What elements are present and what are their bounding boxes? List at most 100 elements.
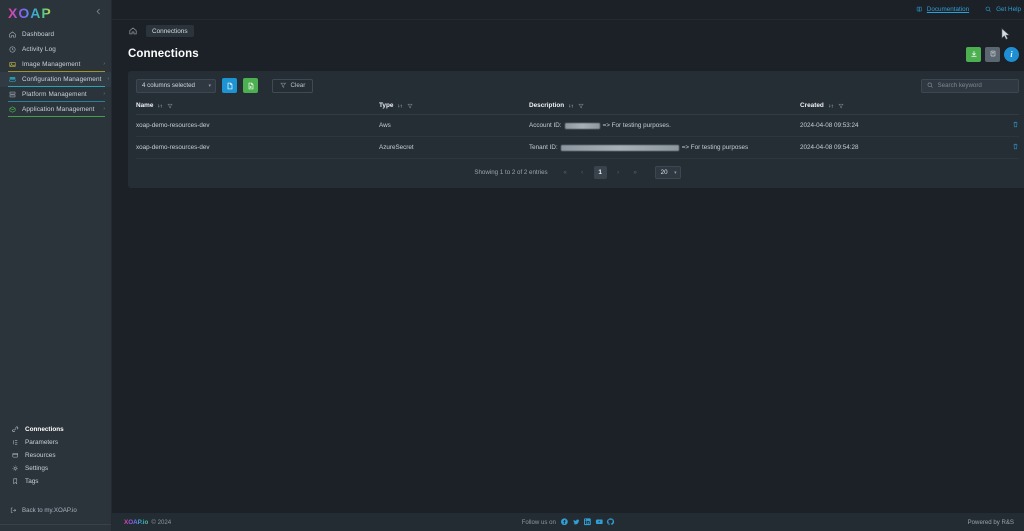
chevron-right-icon: › xyxy=(103,61,105,67)
column-header-description[interactable]: Description xyxy=(529,98,800,115)
sort-icon[interactable] xyxy=(568,103,574,109)
chevron-down-icon: ▾ xyxy=(208,82,211,89)
filter-icon[interactable] xyxy=(578,103,584,109)
sidebar-item-label: Configuration Management xyxy=(22,75,102,83)
youtube-icon[interactable] xyxy=(595,518,603,526)
sidebar-sub-label: Parameters xyxy=(25,439,59,446)
sidebar-item-resources[interactable]: Resources xyxy=(0,449,111,462)
sidebar-sub-label: Connections xyxy=(25,426,64,433)
pagination-first-button[interactable]: « xyxy=(560,167,571,178)
trash-icon[interactable] xyxy=(1012,143,1019,150)
linkedin-icon[interactable] xyxy=(584,518,592,526)
filter-icon[interactable] xyxy=(838,103,844,109)
column-label: Name xyxy=(136,102,154,109)
back-to-xoap-link[interactable]: Back to my.XOAP.io xyxy=(0,504,111,516)
sidebar-item-image-management[interactable]: Image Management › xyxy=(0,57,111,72)
sidebar-sub-nav: Connections Parameters Resources Setting… xyxy=(0,423,111,531)
home-icon xyxy=(8,31,16,39)
description-prefix: Tenant ID: xyxy=(529,144,558,151)
page-size-value: 20 xyxy=(660,169,668,176)
search-input[interactable] xyxy=(937,82,1013,89)
table-row[interactable]: xoap-demo-resources-dev Aws Account ID: … xyxy=(136,114,1019,137)
search-help-icon xyxy=(985,6,992,13)
facebook-icon[interactable] xyxy=(561,518,569,526)
page-size-select[interactable]: 20 ▾ xyxy=(654,166,681,179)
sidebar-item-activity-log[interactable]: Activity Log xyxy=(0,42,111,57)
github-icon[interactable] xyxy=(607,518,615,526)
export-excel-button[interactable] xyxy=(243,78,258,93)
sidebar-item-parameters[interactable]: Parameters xyxy=(0,436,111,449)
logout-icon xyxy=(10,507,17,514)
sidebar-item-settings[interactable]: Settings xyxy=(0,462,111,475)
redacted-value xyxy=(560,144,679,151)
sidebar-collapse-button[interactable] xyxy=(92,6,105,20)
chevron-down-icon: ▾ xyxy=(674,169,677,176)
app-root: XOAP Dashboard Activity Log Image Manage… xyxy=(0,0,1024,531)
export-button[interactable] xyxy=(985,46,1000,62)
trash-icon[interactable] xyxy=(1012,121,1019,128)
cell-description: Account ID: => For testing purposes. xyxy=(529,114,800,137)
column-label: Description xyxy=(529,102,565,109)
search-box[interactable] xyxy=(921,78,1019,93)
filter-icon[interactable] xyxy=(407,103,414,109)
filter-clear-icon xyxy=(280,83,287,89)
list-icon xyxy=(12,439,19,446)
columns-select[interactable]: 4 columns selected ▾ xyxy=(136,78,216,93)
get-help-label: Get Help xyxy=(996,6,1021,13)
sidebar-item-tags[interactable]: Tags xyxy=(0,475,111,488)
table-row[interactable]: xoap-demo-resources-dev AzureSecret Tena… xyxy=(136,136,1019,159)
pagination-current-page[interactable]: 1 xyxy=(593,166,607,179)
image-icon xyxy=(8,61,16,69)
breadcrumb: Connections xyxy=(112,20,1024,42)
sidebar-item-dashboard[interactable]: Dashboard xyxy=(0,27,111,42)
clear-filters-button[interactable]: Clear xyxy=(272,78,314,93)
table-header-row: Name Type Description Created xyxy=(136,98,1019,115)
column-header-name[interactable]: Name xyxy=(136,98,379,115)
export-csv-button[interactable] xyxy=(222,78,237,93)
info-button[interactable]: i xyxy=(1004,46,1019,62)
sidebar-item-label: Application Management xyxy=(22,105,95,113)
sidebar-divider xyxy=(0,524,111,525)
pagination-last-button[interactable]: » xyxy=(630,167,641,178)
import-icon xyxy=(970,51,977,57)
breadcrumb-current[interactable]: Connections xyxy=(146,25,194,37)
sidebar-item-connections[interactable]: Connections xyxy=(0,423,111,436)
connections-card: 4 columns selected ▾ Clear Search keywor… xyxy=(128,71,1024,188)
sort-icon[interactable] xyxy=(397,103,403,109)
sidebar-item-platform-management[interactable]: Platform Management › xyxy=(0,87,111,102)
cell-actions[interactable] xyxy=(995,114,1019,137)
cell-created: 2024-04-08 09:53:24 xyxy=(800,114,995,137)
column-header-created[interactable]: Created xyxy=(800,98,995,115)
cell-actions[interactable] xyxy=(995,136,1019,159)
export-icon xyxy=(990,50,995,57)
sort-icon[interactable] xyxy=(157,103,163,109)
pagination-prev-button[interactable]: ‹ xyxy=(577,167,588,178)
filter-icon[interactable] xyxy=(167,103,174,109)
pagination-next-button[interactable]: › xyxy=(613,167,624,178)
documentation-link[interactable]: Documentation xyxy=(916,6,969,13)
import-button[interactable] xyxy=(966,46,981,62)
follow-label: Follow us on xyxy=(521,518,556,526)
table-body: xoap-demo-resources-dev Aws Account ID: … xyxy=(136,114,1019,159)
footer-copyright-text: © 2024 xyxy=(151,518,172,526)
sidebar-main-nav: Dashboard Activity Log Image Management … xyxy=(0,27,111,117)
gear-icon xyxy=(12,465,19,472)
sidebar-item-label: Image Management xyxy=(22,60,81,68)
footer: XOAP.io © 2024 Follow us on Powered by R… xyxy=(112,513,1024,531)
cell-name: xoap-demo-resources-dev xyxy=(136,114,379,137)
sidebar-sub-label: Settings xyxy=(25,465,49,472)
breadcrumb-home-icon[interactable] xyxy=(128,27,137,36)
pagination: Showing 1 to 2 of 2 entries « ‹ 1 › » 20… xyxy=(136,159,1019,184)
description-prefix: Account ID: xyxy=(529,122,562,129)
description-suffix: => For testing purposes xyxy=(681,144,749,151)
box-icon xyxy=(12,452,19,459)
sidebar-item-application-management[interactable]: Application Management › xyxy=(0,102,111,117)
back-link-label: Back to my.XOAP.io xyxy=(22,506,77,514)
get-help-link[interactable]: Get Help xyxy=(985,6,1021,13)
sidebar-item-configuration-management[interactable]: Configuration Management › xyxy=(0,72,111,87)
twitter-icon[interactable] xyxy=(572,518,580,526)
tag-icon xyxy=(12,478,19,485)
column-header-type[interactable]: Type xyxy=(379,98,529,115)
sort-icon[interactable] xyxy=(828,103,834,109)
cell-type: AzureSecret xyxy=(379,136,529,159)
